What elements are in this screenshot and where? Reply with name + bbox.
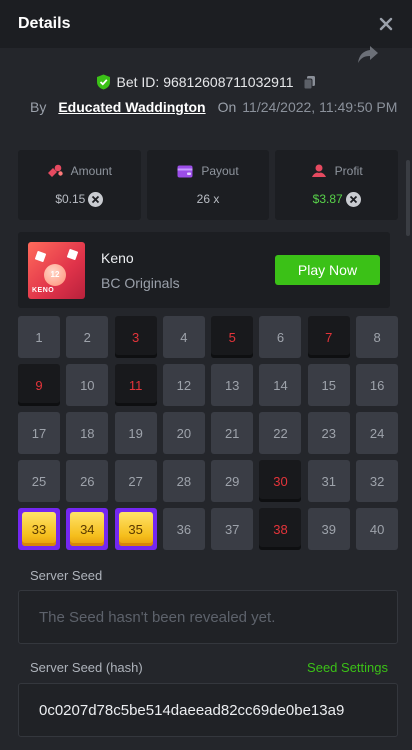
scrollbar[interactable] [406,160,410,236]
copy-icon[interactable] [303,75,316,90]
stat-value: 26 x [196,192,220,206]
keno-cell-miss: 38 [259,508,302,550]
keno-cell-hit: 35 [114,508,157,550]
keno-cell: 39 [307,508,350,550]
keno-cell: 16 [356,364,399,406]
keno-cell: 24 [356,412,399,454]
keno-cell: 13 [211,364,254,406]
bet-id: Bet ID: 96812608711032911 [116,74,294,90]
keno-cell: 4 [162,316,205,358]
close-button[interactable] [376,14,396,34]
keno-cell: 27 [114,460,157,502]
gem-icon: 34 [70,512,105,546]
currency-coin-icon [88,191,104,207]
details-header: Details [0,0,412,48]
by-label: By [30,99,47,115]
keno-cell: 6 [259,316,302,358]
keno-cell-miss: 30 [259,460,302,502]
keno-thumbnail[interactable]: 12 KENO [28,241,85,299]
keno-cell: 12 [162,364,205,406]
shield-check-icon [96,74,110,90]
stat-label: Amount [70,163,113,178]
play-now-button[interactable]: Play Now [275,255,380,285]
keno-cell: 22 [259,412,302,454]
keno-cell-miss: 7 [307,316,350,358]
keno-cell-miss: 11 [114,364,157,406]
share-button[interactable] [357,44,379,64]
keno-cell: 2 [66,316,109,358]
server-seed-label: Server Seed [30,568,103,583]
wallet-icon [177,165,193,177]
close-icon [379,17,393,31]
profit-icon [311,164,326,177]
keno-cell: 20 [162,412,205,454]
keno-cell-hit: 33 [18,508,60,550]
on-label: On [217,99,237,115]
keno-cell-miss: 9 [18,364,60,406]
keno-cell: 40 [356,508,399,550]
server-seed-field: The Seed hasn't been revealed yet. [18,590,398,644]
gem-icon: 35 [118,512,153,546]
keno-grid: 1 2 3 4 5 6 7 8 9 10 11 12 13 14 15 16 17 18 19 20 21 22 23 24 2… [18,316,399,550]
game-name: Keno [101,249,134,266]
stat-label: Profit [334,163,363,178]
keno-cell: 10 [66,364,109,406]
keno-cell: 36 [162,508,205,550]
keno-cell-miss: 3 [114,316,157,358]
username-link[interactable]: Educated Waddington [58,99,205,115]
share-icon [358,46,378,63]
stat-value: $0.15 [55,192,86,206]
seed-settings-link[interactable]: Seed Settings [307,660,388,675]
coins-icon [47,164,63,177]
keno-cell: 29 [211,460,254,502]
stat-amount: Amount $0.15 [18,150,141,220]
stat-label: Payout [201,164,239,178]
chip-icon [66,248,79,260]
keno-cell-miss: 5 [211,316,254,358]
keno-ball-icon: 12 [44,263,66,286]
keno-cell: 31 [307,460,350,502]
keno-cell: 21 [211,412,254,454]
bet-stats: Amount $0.15 Payout 26 x Profit $3.87 [18,150,399,220]
stat-value: $3.87 [312,192,343,206]
server-seed-hash-field[interactable]: 0c0207d78c5be514daeead82cc69de0be13a9 [18,683,398,737]
gem-icon: 33 [22,512,56,546]
currency-coin-icon [345,191,361,207]
keno-cell: 32 [356,460,399,502]
bet-byline: By Educated Waddington On 11/24/2022, 11… [30,97,400,117]
server-seed-hash-label: Server Seed (hash) [30,660,143,675]
chip-icon [34,250,47,262]
game-provider: BC Originals [101,274,180,291]
keno-cell: 18 [66,412,109,454]
page-title: Details [18,15,71,32]
keno-cell: 28 [162,460,205,502]
keno-cell: 19 [114,412,157,454]
stat-payout: Payout 26 x [146,150,270,220]
keno-cell: 17 [18,412,60,454]
stat-profit: Profit $3.87 [275,150,399,220]
keno-cell: 25 [18,460,60,502]
keno-cell-hit: 34 [66,508,109,550]
bet-id-row: Bet ID: 96812608711032911 [0,72,412,92]
keno-cell: 8 [356,316,399,358]
keno-cell: 1 [18,316,60,358]
keno-cell: 23 [307,412,350,454]
game-card: 12 KENO Keno BC Originals Play Now [18,232,390,308]
bet-date: 11/24/2022, 11:49:50 PM [242,99,398,115]
keno-logo: KENO [32,286,55,294]
keno-cell: 14 [259,364,302,406]
keno-cell: 26 [66,460,109,502]
keno-cell: 15 [307,364,350,406]
keno-cell: 37 [211,508,254,550]
